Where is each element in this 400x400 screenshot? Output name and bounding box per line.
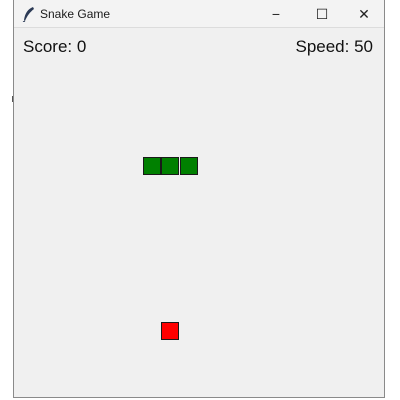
maximize-icon: ☐ [315,5,329,22]
window-title: Snake Game [40,7,111,21]
snake-segment [161,157,179,175]
score-label: Score: 0 [23,37,87,56]
game-window: Snake Game − ☐ ✕ Score: 0 Speed: 50 [13,0,385,398]
background-edge [12,96,13,102]
minimize-icon: − [271,6,281,22]
game-canvas[interactable]: Score: 0 Speed: 50 [14,28,384,396]
minimize-button[interactable]: − [254,0,298,28]
title-bar[interactable]: Snake Game − ☐ ✕ [14,0,384,28]
speed-label: Speed: 50 [295,37,373,56]
food-item [161,322,179,340]
snake-segment [143,157,161,175]
feather-icon [22,7,34,22]
close-icon: ✕ [358,5,370,22]
close-button[interactable]: ✕ [342,0,386,28]
snake-segment [180,157,198,175]
maximize-button[interactable]: ☐ [300,0,344,28]
